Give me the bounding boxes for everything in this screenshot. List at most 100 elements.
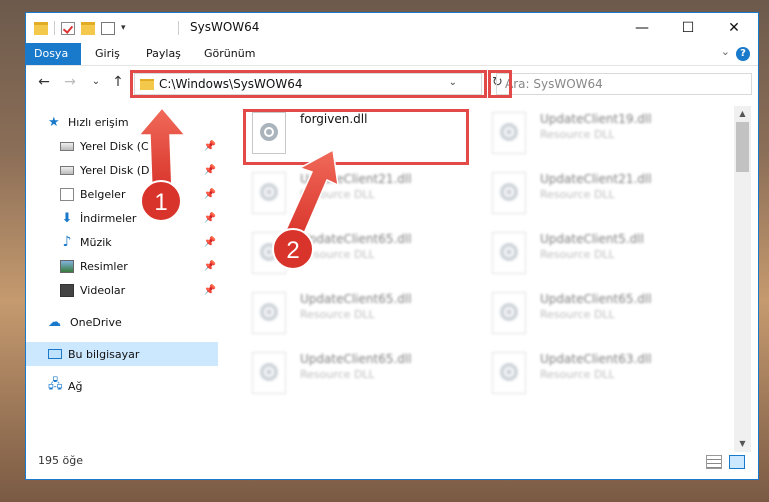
scrollbar-thumb[interactable]: [736, 122, 749, 172]
dll-file-icon: [492, 292, 526, 334]
refresh-highlight-box: [488, 70, 512, 98]
music-icon: ♪: [62, 234, 72, 250]
pin-icon[interactable]: 📌: [204, 213, 216, 224]
title-divider: [178, 21, 179, 35]
pin-icon[interactable]: 📌: [204, 261, 216, 272]
dll-file-icon: [492, 352, 526, 394]
title-bar: ▾ SysWOW64 — ☐ ✕: [26, 13, 758, 43]
file-item[interactable]: UpdateClient19.dll Resource DLL: [484, 112, 704, 162]
expand-ribbon-icon[interactable]: ⌄: [721, 45, 730, 58]
sidebar-item-music[interactable]: ♪ Müzik 📌: [26, 230, 218, 254]
file-item[interactable]: UpdateClient65.dll Resource DLL: [244, 352, 464, 402]
window-title: SysWOW64: [190, 20, 260, 34]
customize-icon[interactable]: [101, 21, 115, 35]
file-type: Resource DLL: [540, 308, 615, 321]
network-icon: 🖧: [48, 377, 63, 392]
video-icon: [60, 283, 74, 297]
file-highlight-box: [243, 109, 469, 165]
sidebar-item-pictures[interactable]: Resimler 📌: [26, 254, 218, 278]
sidebar-item-onedrive[interactable]: ☁ OneDrive: [26, 310, 218, 334]
download-icon: ⬇: [61, 210, 73, 226]
sidebar-item-videos[interactable]: Videolar 📌: [26, 278, 218, 302]
file-item[interactable]: UpdateClient65.dll Resource DLL: [244, 292, 464, 342]
large-icons-view-button[interactable]: [729, 455, 745, 469]
file-item[interactable]: UpdateClient65.dll Resource DLL: [484, 292, 704, 342]
dll-file-icon: [252, 352, 286, 394]
cloud-icon: ☁: [48, 314, 61, 330]
pin-icon[interactable]: 📌: [204, 165, 216, 176]
file-name: UpdateClient19.dll: [540, 112, 652, 126]
tab-file[interactable]: Dosya: [26, 43, 81, 65]
navigation-pane: ★ Hızlı erişim Yerel Disk (C:) 📌 Yerel D…: [26, 106, 220, 452]
properties-check-icon[interactable]: [61, 21, 75, 35]
sidebar-item-label: OneDrive: [70, 315, 122, 329]
file-type: Resource DLL: [300, 308, 375, 321]
sidebar-item-label: Yerel Disk (C:): [80, 139, 157, 153]
sidebar-item-label: Resimler: [80, 259, 128, 273]
pin-icon[interactable]: 📌: [204, 189, 216, 200]
sidebar-item-downloads[interactable]: ⬇ İndirmeler 📌: [26, 206, 218, 230]
folder-icon: [34, 21, 48, 35]
address-highlight-box: [130, 70, 487, 98]
file-item[interactable]: UpdateClient21.dll Resource DLL: [244, 172, 464, 222]
file-name: UpdateClient65.dll: [300, 232, 412, 246]
sidebar-item-label: İndirmeler: [80, 211, 137, 225]
file-item[interactable]: UpdateClient5.dll Resource DLL: [484, 232, 704, 282]
file-type: Resource DLL: [540, 248, 615, 261]
dll-file-icon: [252, 292, 286, 334]
file-name: UpdateClient65.dll: [540, 292, 652, 306]
dll-file-icon: [492, 232, 526, 274]
file-name: UpdateClient65.dll: [300, 352, 412, 366]
file-item[interactable]: UpdateClient63.dll Resource DLL: [484, 352, 704, 402]
up-button[interactable]: ↑: [108, 74, 128, 90]
search-input[interactable]: Ara: SysWOW64: [496, 73, 752, 95]
vertical-scrollbar[interactable]: ▲ ▼: [734, 106, 751, 452]
drive-icon: [60, 165, 74, 175]
callout-badge-1: 1: [140, 180, 182, 222]
help-icon[interactable]: ?: [736, 47, 750, 61]
pin-icon[interactable]: 📌: [204, 237, 216, 248]
sidebar-item-label: Hızlı erişim: [68, 115, 129, 129]
file-name: UpdateClient5.dll: [540, 232, 644, 246]
sidebar-item-network[interactable]: 🖧 Ağ: [26, 374, 218, 398]
chevron-down-icon[interactable]: ▾: [121, 23, 126, 33]
details-view-button[interactable]: [706, 455, 722, 469]
file-type: Resource DLL: [540, 368, 615, 381]
computer-icon: [48, 349, 62, 359]
search-placeholder: Ara: SysWOW64: [505, 77, 603, 91]
tab-view[interactable]: Görünüm: [196, 43, 263, 65]
address-row: ← → ⌄ ↑ C:\Windows\SysWOW64 ⌄ ↻ Ara: Sys…: [26, 70, 758, 100]
star-icon: ★: [48, 114, 60, 130]
file-name: UpdateClient65.dll: [300, 292, 412, 306]
close-button[interactable]: ✕: [711, 13, 757, 43]
item-count: 195 öğe: [38, 454, 83, 467]
file-type: Resource DLL: [540, 128, 615, 141]
maximize-button[interactable]: ☐: [665, 13, 711, 43]
pin-icon[interactable]: 📌: [204, 285, 216, 296]
sidebar-item-disk-d[interactable]: Yerel Disk (D:) 📌: [26, 158, 218, 182]
file-item[interactable]: UpdateClient21.dll Resource DLL: [484, 172, 704, 222]
minimize-button[interactable]: —: [619, 13, 665, 43]
recent-locations-button[interactable]: ⌄: [86, 76, 106, 87]
drive-icon: [60, 141, 74, 151]
new-folder-icon[interactable]: [81, 21, 95, 35]
sidebar-item-label: Videolar: [80, 283, 126, 297]
sidebar-item-disk-c[interactable]: Yerel Disk (C:) 📌: [26, 134, 218, 158]
scroll-down-icon[interactable]: ▼: [734, 436, 751, 452]
scroll-up-icon[interactable]: ▲: [734, 106, 751, 122]
sidebar-item-documents[interactable]: Belgeler 📌: [26, 182, 218, 206]
dll-file-icon: [492, 112, 526, 154]
pin-icon[interactable]: 📌: [204, 141, 216, 152]
sidebar-item-this-pc[interactable]: Bu bilgisayar: [26, 342, 218, 366]
tab-home[interactable]: Giriş: [87, 43, 128, 65]
toolbar-divider: [54, 21, 55, 35]
quick-access-toolbar: ▾: [34, 21, 126, 35]
tab-share[interactable]: Paylaş: [138, 43, 189, 65]
back-button[interactable]: ←: [34, 74, 54, 90]
dll-file-icon: [492, 172, 526, 214]
explorer-window: ▾ SysWOW64 — ☐ ✕ Dosya Giriş Paylaş Görü…: [25, 12, 759, 480]
forward-button[interactable]: →: [60, 74, 80, 90]
sidebar-item-label: Yerel Disk (D:): [80, 163, 158, 177]
pictures-icon: [60, 259, 74, 273]
sidebar-item-quick-access[interactable]: ★ Hızlı erişim: [26, 110, 218, 134]
